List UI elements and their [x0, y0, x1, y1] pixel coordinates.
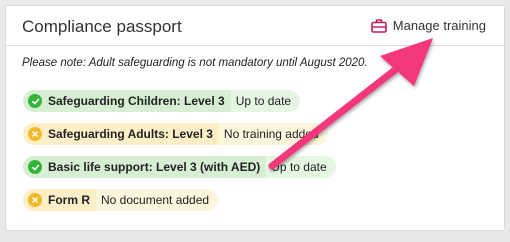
training-label: Safeguarding Adults: Level 3 — [48, 127, 213, 141]
note-text: Please note: Adult safeguarding is not m… — [22, 57, 368, 69]
compliance-passport-card: Compliance passport Manage training Plea… — [5, 5, 505, 231]
cross-icon — [28, 127, 42, 141]
card-title: Compliance passport — [22, 17, 182, 36]
status-badge: No document added — [96, 189, 219, 211]
manage-training-link[interactable]: Manage training — [370, 18, 486, 33]
status-badge: No training added — [218, 123, 328, 145]
status-badge: Up to date — [230, 90, 301, 112]
training-item-safeguarding-adults[interactable]: Safeguarding Adults: Level 3 No training… — [23, 123, 328, 145]
card-header: Compliance passport Manage training — [6, 6, 504, 46]
status-badge: Up to date — [266, 156, 336, 178]
training-item-basic-life-support[interactable]: Basic life support: Level 3 (with AED) U… — [23, 156, 336, 178]
briefcase-icon — [370, 18, 387, 33]
check-icon — [28, 160, 42, 174]
manage-training-label: Manage training — [392, 18, 486, 33]
training-item-safeguarding-children[interactable]: Safeguarding Children: Level 3 Up to dat… — [23, 90, 301, 112]
training-item-form-r[interactable]: Form R No document added — [23, 189, 219, 211]
training-label: Basic life support: Level 3 (with AED) — [48, 160, 261, 174]
training-label: Safeguarding Children: Level 3 — [48, 94, 225, 108]
training-list: Safeguarding Children: Level 3 Up to dat… — [23, 90, 336, 222]
training-label: Form R — [48, 193, 90, 207]
check-icon — [28, 94, 42, 108]
cross-icon — [28, 193, 42, 207]
